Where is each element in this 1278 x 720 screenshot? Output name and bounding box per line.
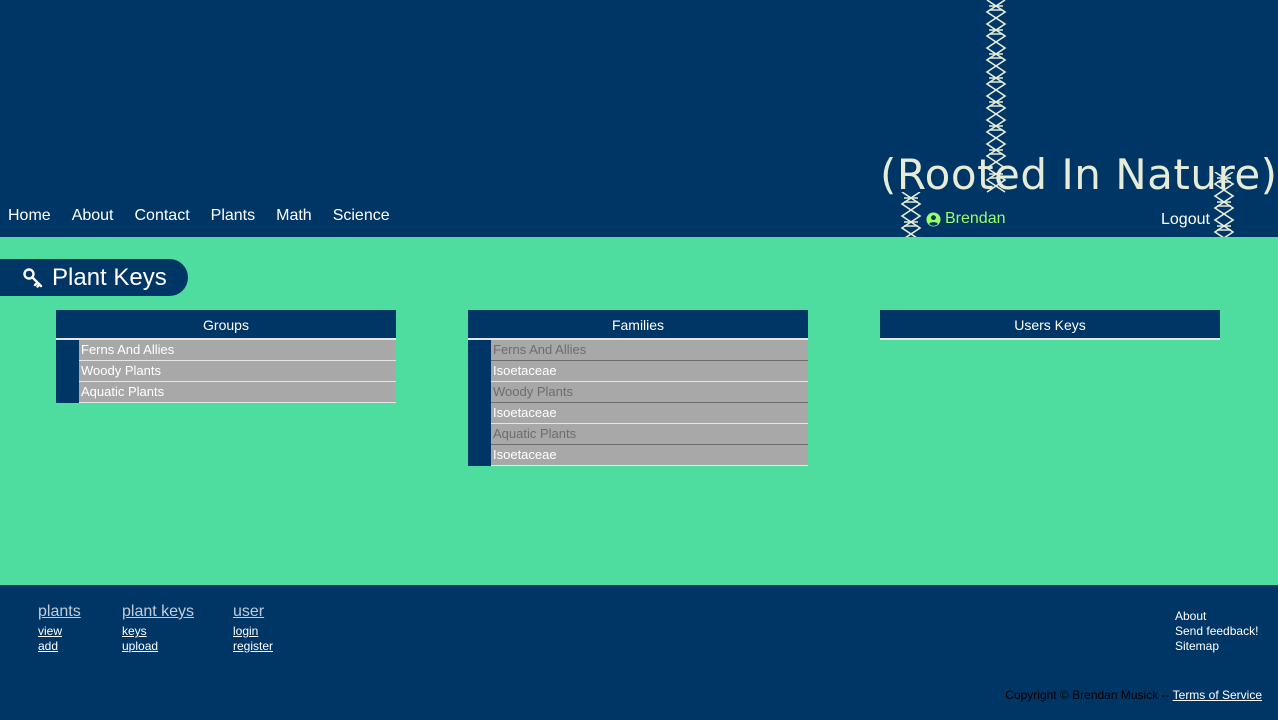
page-title-text: Plant Keys bbox=[52, 263, 167, 291]
user-circle-icon bbox=[926, 211, 941, 227]
footer-plant-keys-keys[interactable]: keys bbox=[122, 624, 194, 639]
families-panel-title: Families bbox=[468, 310, 808, 340]
family-item[interactable]: Isoetaceae bbox=[491, 403, 808, 424]
nav-contact[interactable]: Contact bbox=[135, 207, 190, 225]
users-keys-panel-title: Users Keys bbox=[880, 310, 1220, 340]
footer-col-user: user login register bbox=[233, 603, 273, 654]
family-item[interactable]: Isoetaceae bbox=[491, 445, 808, 466]
site-header: (Rooted In Nature)2 Home About Contact P… bbox=[0, 0, 1278, 237]
groups-panel: Groups Ferns And Allies Woody Plants Aqu… bbox=[56, 310, 396, 403]
family-item[interactable]: Isoetaceae bbox=[491, 361, 808, 382]
group-item-ferns-and-allies[interactable]: Ferns And Allies bbox=[79, 340, 396, 361]
families-group-header: Aquatic Plants bbox=[491, 424, 808, 445]
footer-about-link[interactable]: About bbox=[1175, 609, 1258, 624]
panel-side-bar bbox=[468, 340, 491, 466]
footer-right-links: About Send feedback! Sitemap bbox=[1175, 609, 1258, 654]
user-name: Brendan bbox=[945, 210, 1006, 227]
families-group-header: Ferns And Allies bbox=[491, 340, 808, 361]
families-group-header: Woody Plants bbox=[491, 382, 808, 403]
terms-of-service-link[interactable]: Terms of Service bbox=[1173, 688, 1262, 702]
footer-user-login[interactable]: login bbox=[233, 624, 273, 639]
footer-plants-add[interactable]: add bbox=[38, 639, 81, 654]
footer-plants-heading[interactable]: plants bbox=[38, 603, 81, 621]
users-keys-panel: Users Keys bbox=[880, 310, 1220, 340]
footer-feedback-link[interactable]: Send feedback! bbox=[1175, 624, 1258, 639]
copyright: Copyright © Brendan Musick -- Terms of S… bbox=[1005, 688, 1262, 702]
logout-link[interactable]: Logout bbox=[1161, 211, 1210, 229]
site-footer: plants view add plant keys keys upload u… bbox=[0, 585, 1278, 720]
footer-user-heading[interactable]: user bbox=[233, 603, 273, 621]
groups-panel-title: Groups bbox=[56, 310, 396, 340]
main-nav: Home About Contact Plants Math Science bbox=[8, 207, 411, 225]
site-logo[interactable]: (Rooted In Nature)2 bbox=[880, 147, 1278, 206]
footer-user-register[interactable]: register bbox=[233, 639, 273, 654]
footer-plant-keys-heading[interactable]: plant keys bbox=[122, 603, 194, 621]
logo-text: (Rooted In Nature) bbox=[880, 150, 1278, 199]
panel-side-bar bbox=[56, 340, 79, 403]
footer-plant-keys-upload[interactable]: upload bbox=[122, 639, 194, 654]
user-profile-link[interactable]: Brendan bbox=[926, 210, 1006, 228]
group-item-aquatic-plants[interactable]: Aquatic Plants bbox=[79, 382, 396, 403]
footer-sitemap-link[interactable]: Sitemap bbox=[1175, 639, 1258, 654]
nav-plants[interactable]: Plants bbox=[211, 207, 255, 225]
copyright-text: Copyright © Brendan Musick -- bbox=[1005, 688, 1170, 702]
page-title: Plant Keys bbox=[0, 259, 188, 296]
families-list: Ferns And Allies Isoetaceae Woody Plants… bbox=[491, 340, 808, 466]
groups-list: Ferns And Allies Woody Plants Aquatic Pl… bbox=[79, 340, 396, 403]
footer-col-plant-keys: plant keys keys upload bbox=[122, 603, 194, 654]
nav-home[interactable]: Home bbox=[8, 207, 51, 225]
nav-science[interactable]: Science bbox=[333, 207, 390, 225]
group-item-woody-plants[interactable]: Woody Plants bbox=[79, 361, 396, 382]
families-panel: Families Ferns And Allies Isoetaceae Woo… bbox=[468, 310, 808, 466]
nav-math[interactable]: Math bbox=[276, 207, 312, 225]
footer-plants-view[interactable]: view bbox=[38, 624, 81, 639]
footer-col-plants: plants view add bbox=[38, 603, 81, 654]
nav-about[interactable]: About bbox=[72, 207, 114, 225]
key-icon bbox=[23, 267, 43, 288]
